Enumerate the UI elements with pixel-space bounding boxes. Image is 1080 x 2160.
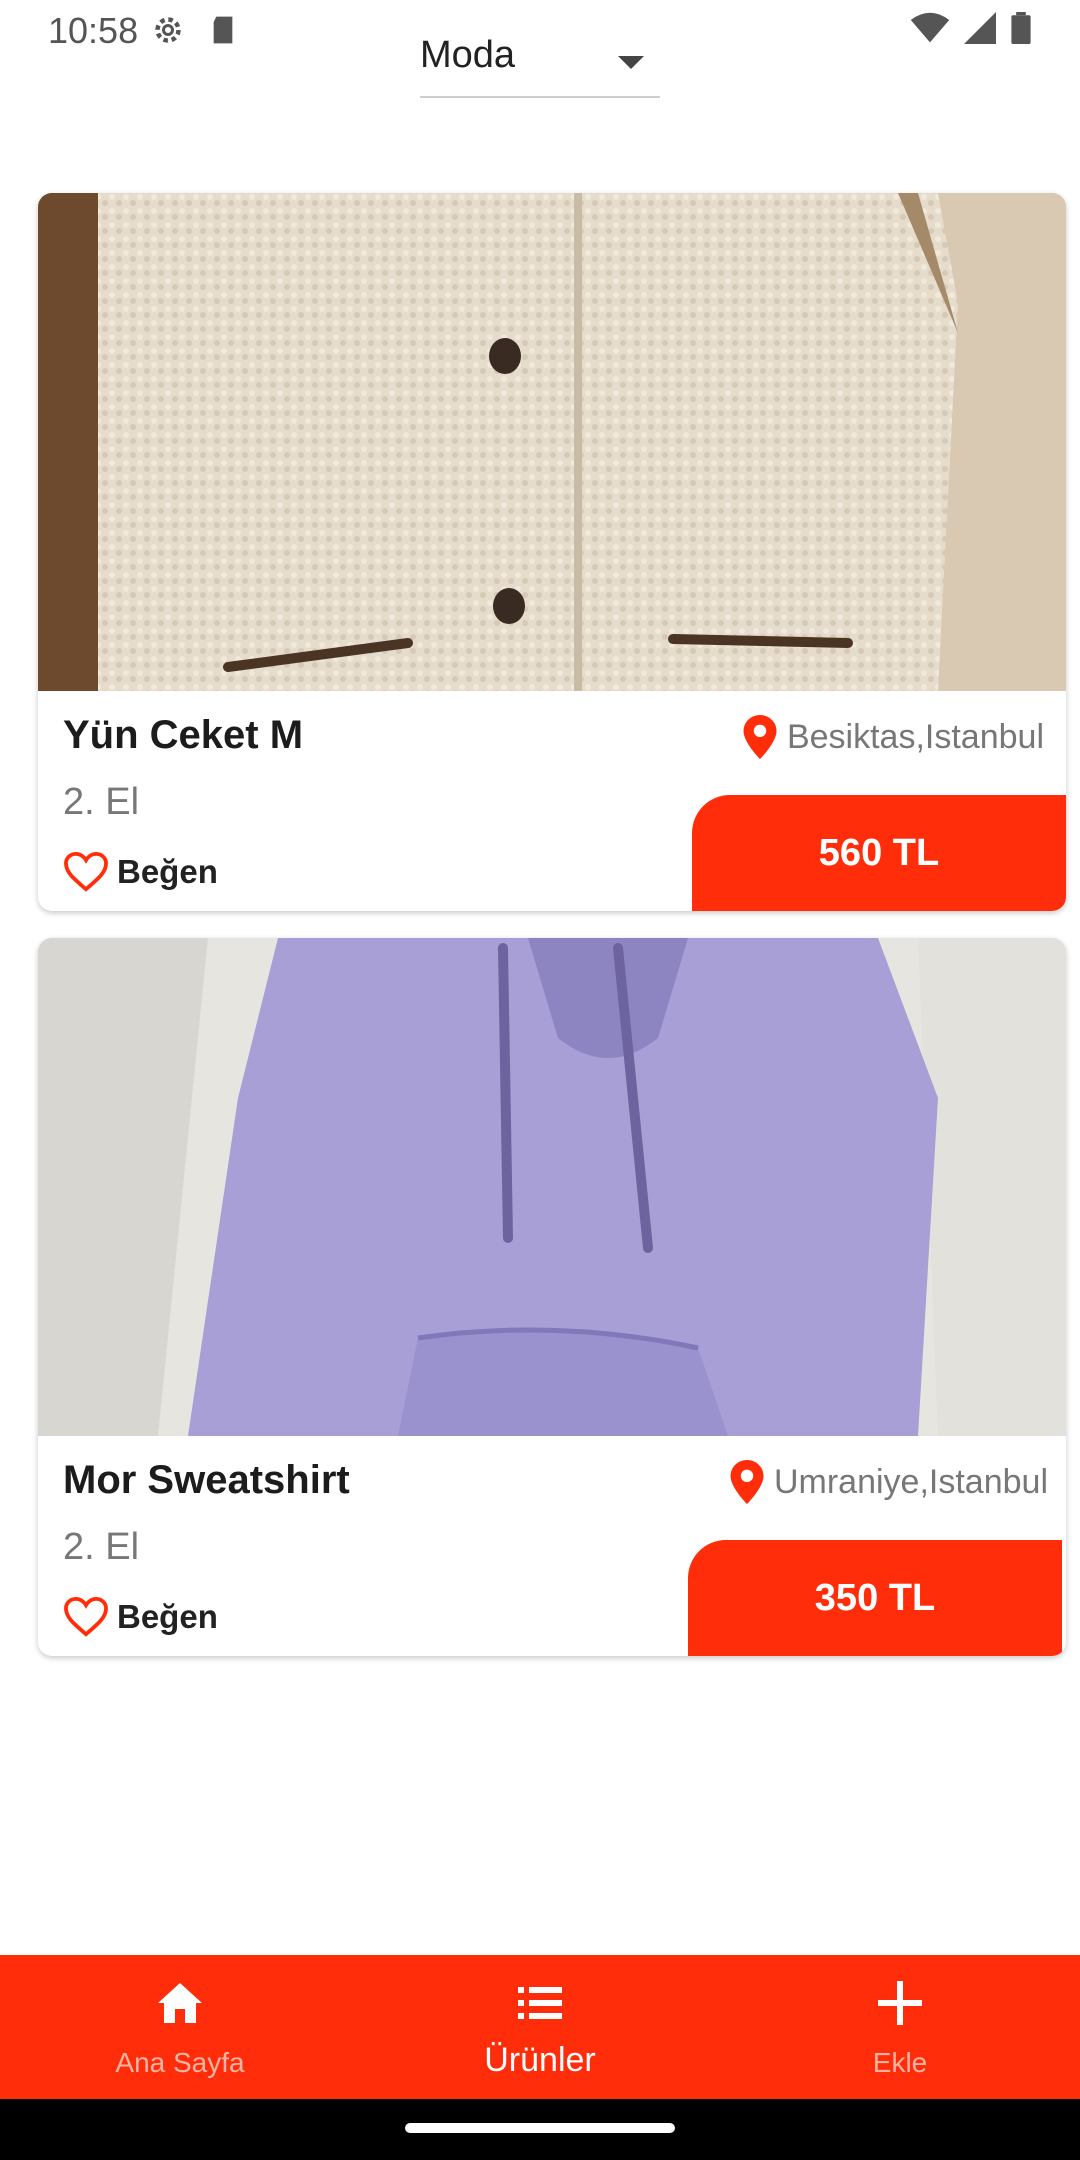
product-title: Yün Ceket M (63, 713, 304, 757)
home-icon (158, 1983, 202, 2023)
nav-label-products: Ürünler (484, 2041, 596, 2079)
nav-label-add: Ekle (872, 2047, 928, 2078)
location-pin-icon (743, 715, 777, 759)
location-text: Besiktas,Istanbul (786, 717, 1044, 756)
nav-item-products[interactable]: Ürünler (360, 1955, 720, 2099)
price-label: 560 TL (818, 831, 940, 874)
settings-gear-icon (155, 17, 181, 43)
nav-item-home[interactable]: Ana Sayfa (0, 1955, 360, 2099)
product-image-wool-jacket (38, 193, 1066, 691)
battery-icon (1011, 12, 1031, 44)
product-condition: 2. El (63, 1526, 140, 1568)
like-button[interactable]: Beğen (63, 1596, 218, 1638)
category-selected-label: Moda (420, 34, 516, 76)
product-card[interactable]: Mor Sweatshirt 2. El Beğen Umraniye,Ista… (38, 938, 1066, 1656)
product-card[interactable]: Yün Ceket M 2. El Beğen Besiktas,Istanbu… (38, 193, 1066, 911)
heart-outline-icon (64, 1596, 108, 1637)
like-button[interactable]: Beğen (63, 851, 218, 893)
status-time: 10:58 (48, 10, 139, 51)
nav-item-add[interactable]: Ekle (720, 1955, 1080, 2099)
location-pin-icon (730, 1460, 764, 1504)
bottom-navigation: Ana Sayfa Ürünler Ekle (0, 1955, 1080, 2099)
plus-icon (878, 1981, 922, 2025)
price-button[interactable]: 350 TL (688, 1540, 1062, 1656)
like-label: Beğen (117, 853, 218, 890)
status-icons (910, 12, 1032, 44)
list-icon (518, 1987, 562, 2019)
home-gesture-handle[interactable] (405, 2123, 675, 2133)
location-text: Umraniye,Istanbul (773, 1462, 1048, 1501)
nav-label-home: Ana Sayfa (115, 2047, 245, 2078)
heart-outline-icon (64, 851, 108, 892)
product-title: Mor Sweatshirt (63, 1458, 350, 1502)
sd-card-icon (213, 16, 233, 44)
category-dropdown[interactable]: Moda (420, 28, 660, 98)
product-condition: 2. El (63, 781, 140, 823)
location: Besiktas,Istanbul (743, 715, 1044, 759)
price-button[interactable]: 560 TL (692, 795, 1066, 911)
system-gesture-bar (0, 2099, 1080, 2160)
price-label: 350 TL (814, 1576, 936, 1619)
dropdown-caret-icon (618, 56, 644, 69)
location: Umraniye,Istanbul (730, 1460, 1048, 1504)
product-image-purple-sweatshirt (38, 938, 1066, 1436)
like-label: Beğen (117, 1598, 218, 1635)
wifi-icon (910, 12, 950, 43)
cell-signal-icon (964, 12, 996, 44)
